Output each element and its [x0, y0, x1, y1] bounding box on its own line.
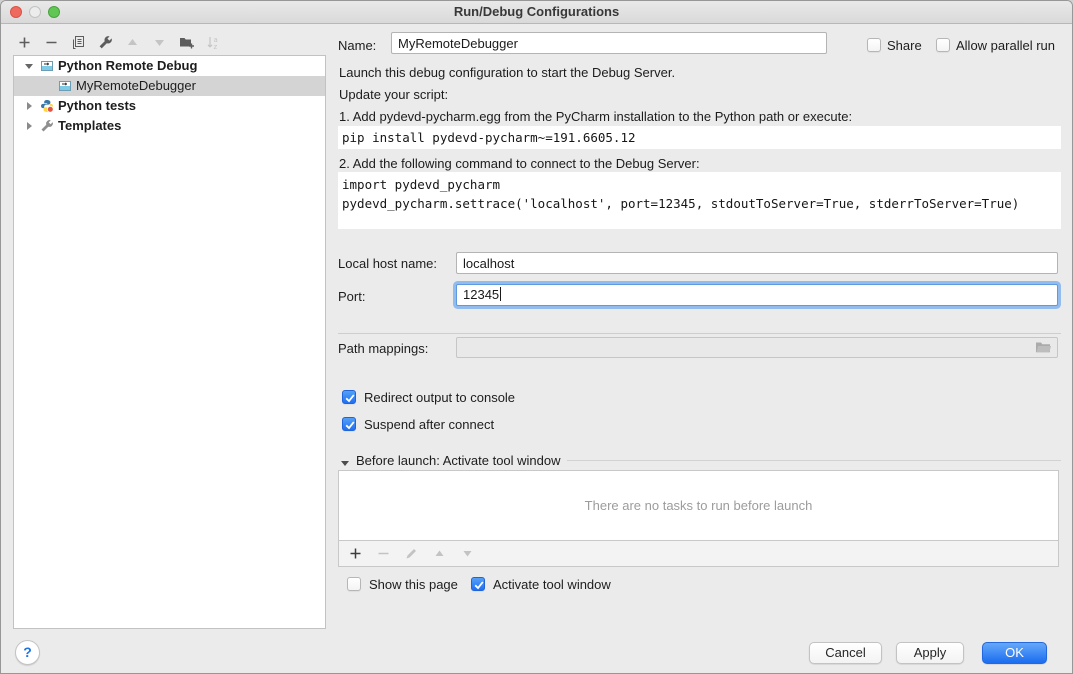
description-line-2: Update your script: [339, 87, 448, 102]
titlebar: Run/Debug Configurations [1, 1, 1072, 24]
suspend-after-connect-label[interactable]: Suspend after connect [364, 417, 494, 432]
settrace-code-block: import pydevd_pycharm pydevd_pycharm.set… [338, 172, 1061, 229]
cancel-button[interactable]: Cancel [809, 642, 882, 664]
tree-item-python-remote-debug[interactable]: Python Remote Debug [14, 56, 325, 76]
browse-folder-icon[interactable] [1035, 340, 1052, 358]
description-line-4: 2. Add the following command to connect … [339, 156, 700, 171]
tree-item-label: Python Remote Debug [58, 56, 197, 76]
chevron-collapsed-icon[interactable] [22, 99, 36, 113]
chevron-collapsed-icon[interactable] [22, 119, 36, 133]
text-caret [500, 287, 501, 301]
move-down-icon[interactable] [461, 547, 474, 560]
tree-item-label: Python tests [58, 96, 136, 116]
remote-debug-icon [40, 59, 54, 73]
name-input[interactable] [391, 32, 827, 54]
tree-item-myremotedebugger[interactable]: MyRemoteDebugger [14, 76, 325, 96]
share-checkbox[interactable] [867, 38, 881, 52]
ok-button[interactable]: OK [982, 642, 1047, 664]
before-launch-title: Before launch: Activate tool window [356, 453, 561, 468]
activate-tool-window-checkbox[interactable] [471, 577, 485, 591]
edit-pencil-icon[interactable] [405, 547, 418, 560]
allow-parallel-run-checkbox[interactable] [936, 38, 950, 52]
svg-text:z: z [214, 43, 218, 50]
port-value: 12345 [463, 287, 499, 302]
show-this-page-label[interactable]: Show this page [369, 577, 458, 592]
copy-icon[interactable] [71, 35, 86, 50]
close-window-button[interactable] [10, 6, 22, 18]
edit-templates-wrench-icon[interactable] [98, 35, 113, 50]
apply-button[interactable]: Apply [896, 642, 964, 664]
remove-icon[interactable] [44, 35, 59, 50]
chevron-expanded-icon[interactable] [22, 59, 36, 73]
move-down-icon[interactable] [152, 35, 167, 50]
move-up-icon[interactable] [125, 35, 140, 50]
wrench-icon [40, 119, 54, 133]
run-debug-configurations-dialog: Run/Debug Configurations az [0, 0, 1073, 674]
description-line-1: Launch this debug configuration to start… [339, 65, 675, 80]
zoom-window-button[interactable] [48, 6, 60, 18]
configurations-tree: Python Remote Debug MyRemoteDebugger Pyt… [13, 55, 326, 629]
remote-debug-icon [58, 79, 72, 93]
port-label: Port: [338, 289, 365, 304]
section-separator [338, 333, 1061, 334]
local-host-name-input[interactable] [456, 252, 1058, 274]
local-host-name-label: Local host name: [338, 256, 437, 271]
tree-item-python-tests[interactable]: Python tests [14, 96, 325, 116]
redirect-output-checkbox[interactable] [342, 390, 356, 404]
sort-alphabetically-icon[interactable]: az [206, 35, 221, 50]
help-button[interactable]: ? [15, 640, 40, 665]
new-folder-icon[interactable] [179, 35, 194, 50]
port-input[interactable]: 12345 [456, 284, 1058, 306]
minimize-window-button[interactable] [29, 6, 41, 18]
before-launch-task-list[interactable]: There are no tasks to run before launch [338, 470, 1059, 541]
path-mappings-field[interactable] [456, 337, 1058, 358]
pip-install-code: pip install pydevd-pycharm~=191.6605.12 [338, 126, 1061, 149]
before-launch-header[interactable]: Before launch: Activate tool window [340, 453, 1061, 468]
settrace-code-line-1: import pydevd_pycharm [342, 175, 1061, 194]
header-rule [567, 460, 1061, 461]
allow-parallel-run-label[interactable]: Allow parallel run [956, 38, 1055, 53]
window-title: Run/Debug Configurations [1, 1, 1072, 23]
name-label: Name: [338, 38, 376, 53]
redirect-output-label[interactable]: Redirect output to console [364, 390, 515, 405]
move-up-icon[interactable] [433, 547, 446, 560]
python-tests-icon [40, 99, 54, 113]
settrace-code-line-2: pydevd_pycharm.settrace('localhost', por… [342, 194, 1061, 213]
description-line-3: 1. Add pydevd-pycharm.egg from the PyCha… [339, 109, 852, 124]
remove-icon[interactable] [377, 547, 390, 560]
chevron-expanded-icon[interactable] [340, 456, 350, 466]
share-label[interactable]: Share [887, 38, 922, 53]
tree-item-templates[interactable]: Templates [14, 116, 325, 136]
tree-item-label: MyRemoteDebugger [76, 76, 196, 96]
activate-tool-window-label[interactable]: Activate tool window [493, 577, 611, 592]
suspend-after-connect-checkbox[interactable] [342, 417, 356, 431]
tree-item-label: Templates [58, 116, 121, 136]
add-icon[interactable] [349, 547, 362, 560]
tree-toolbar: az [17, 31, 221, 53]
path-mappings-label: Path mappings: [338, 341, 428, 356]
show-this-page-checkbox[interactable] [347, 577, 361, 591]
add-icon[interactable] [17, 35, 32, 50]
before-launch-empty-text: There are no tasks to run before launch [585, 498, 813, 513]
before-launch-toolbar [338, 541, 1059, 567]
